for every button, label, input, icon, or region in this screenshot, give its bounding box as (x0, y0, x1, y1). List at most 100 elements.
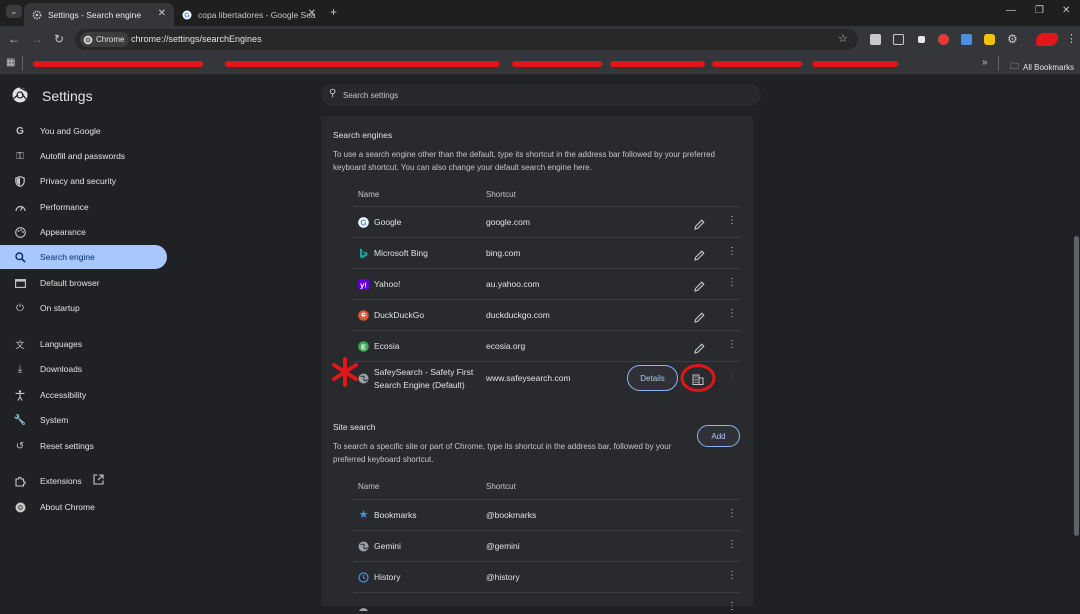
gear-icon (32, 10, 42, 20)
more-vert-icon[interactable]: ⋮ (727, 508, 737, 519)
sidebar-item-on-startup[interactable]: ⏻ On startup (0, 296, 167, 320)
pencil-icon[interactable] (694, 217, 706, 230)
sidebar-item-appearance[interactable]: Appearance (0, 220, 167, 244)
more-vert-icon[interactable]: ⋮ (727, 308, 737, 319)
chrome-icon (12, 86, 28, 108)
apps-grid-icon[interactable]: ▦ (6, 57, 15, 68)
sidebar-item-autofill[interactable]: ⚿ Autofill and passwords (0, 144, 167, 168)
sidebar-item-extensions[interactable]: Extensions (0, 469, 167, 493)
sidebar-item-about-chrome[interactable]: About Chrome (0, 495, 167, 519)
star-bookmark-icon[interactable]: ☆ (838, 32, 848, 45)
redaction-mark (812, 61, 898, 67)
translate-icon: 文 (15, 339, 25, 350)
add-site-search-button[interactable]: Add (697, 425, 740, 447)
site-search-row-partial: ⋮ (353, 592, 740, 612)
back-arrow-icon[interactable]: ← (8, 32, 20, 46)
sidebar-item-you-and-google[interactable]: G You and Google (0, 119, 167, 143)
redaction-mark (225, 61, 500, 67)
puzzle-icon[interactable]: ⚙ (1007, 32, 1018, 46)
extension-icon[interactable] (893, 34, 904, 45)
page-scrollbar-thumb[interactable] (1074, 236, 1079, 536)
search-icon (14, 251, 26, 263)
redaction-mark (712, 61, 802, 67)
star-icon: ★ (358, 509, 369, 521)
column-header-name: Name (358, 190, 380, 199)
all-bookmarks-button[interactable]: 🗀 All Bookmarks (1010, 59, 1074, 75)
more-vert-icon[interactable]: ⋮ (1066, 32, 1077, 45)
details-button[interactable]: Details (627, 365, 678, 391)
profile-avatar[interactable] (1036, 33, 1058, 46)
sidebar-item-privacy[interactable]: Privacy and security (0, 169, 167, 193)
extension-icon[interactable] (938, 34, 949, 45)
more-vert-icon[interactable]: ⋮ (727, 539, 737, 550)
extension-icon[interactable] (961, 34, 972, 45)
site-search-row-bookmarks: ★ Bookmarks @bookmarks ⋮ (353, 499, 740, 530)
site-info-chip[interactable]: Chrome (80, 32, 130, 47)
search-settings-input[interactable]: ⚲ Search settings (321, 84, 761, 106)
sidebar-item-performance[interactable]: Performance (0, 195, 167, 219)
tab-google-search[interactable]: G copa libertadores - Google Sear ✕ (174, 3, 324, 26)
divider (998, 56, 999, 71)
search-engine-row-bing: Microsoft Bing bing.com ⋮ (353, 237, 740, 268)
sidebar-item-languages[interactable]: 文 Languages (0, 332, 167, 356)
sidebar-item-accessibility[interactable]: Accessibility (0, 383, 167, 407)
more-vert-icon: ⋮ (727, 371, 737, 382)
sidebar-item-system[interactable]: 🔧 System (0, 408, 167, 432)
accessibility-icon (14, 389, 26, 401)
chrome-icon (83, 35, 93, 44)
settings-header: Settings ⚲ Search settings (0, 76, 1080, 116)
url-text: chrome://settings/searchEngines (131, 34, 262, 44)
section-title-search-engines: Search engines (333, 130, 393, 140)
close-icon[interactable]: ✕ (158, 8, 166, 19)
sidebar-item-default-browser[interactable]: Default browser (0, 271, 167, 295)
external-link-icon (93, 474, 104, 487)
globe-icon (358, 373, 369, 384)
redaction-mark (33, 61, 203, 67)
maximize-icon[interactable]: ❐ (1035, 5, 1044, 16)
google-icon: G (182, 10, 192, 20)
forward-arrow-icon[interactable]: → (31, 32, 43, 46)
sidebar-item-search-engine[interactable]: Search engine (0, 245, 167, 269)
pencil-icon[interactable] (694, 279, 706, 292)
engine-name-line2: Search Engine (Default) (374, 379, 465, 390)
search-icon: ⚲ (329, 88, 337, 99)
site-search-row-history: History @history ⋮ (353, 561, 740, 592)
extension-icon[interactable] (984, 34, 995, 45)
tab-search-dropdown-icon[interactable]: ⌄ (6, 5, 22, 18)
engine-name-line1: SafeySearch - Safety First (374, 367, 474, 377)
more-vert-icon[interactable]: ⋮ (727, 246, 737, 257)
power-icon: ⏻ (16, 302, 24, 314)
svg-text:G: G (360, 218, 366, 227)
address-bar[interactable]: Chrome chrome://settings/searchEngines ☆ (75, 29, 858, 50)
search-engine-row-google: G Google google.com ⋮ (353, 206, 740, 237)
close-window-icon[interactable]: ✕ (1062, 5, 1070, 16)
chevron-right-icon[interactable]: » (982, 57, 988, 68)
more-vert-icon[interactable]: ⋮ (727, 339, 737, 350)
pencil-icon[interactable] (694, 341, 706, 354)
new-tab-icon[interactable]: + (330, 5, 337, 19)
search-engines-card: Search engines To use a search engine ot… (321, 116, 753, 612)
red-asterisk-annotation (331, 357, 359, 392)
minimize-icon[interactable]: — (1006, 5, 1016, 16)
column-header-name: Name (358, 482, 380, 491)
sidebar-item-reset-settings[interactable]: ↺ Reset settings (0, 434, 167, 458)
more-vert-icon[interactable]: ⋮ (727, 570, 737, 581)
duckduckgo-icon (358, 310, 369, 321)
sidebar-item-downloads[interactable]: ⤓ Downloads (0, 357, 167, 381)
tab-settings[interactable]: Settings - Search engine ✕ (24, 3, 174, 26)
reload-icon[interactable]: ↻ (54, 32, 64, 46)
extension-icon[interactable] (918, 36, 925, 43)
red-circle-annotation (679, 362, 717, 399)
pencil-icon[interactable] (694, 310, 706, 323)
pencil-icon[interactable] (694, 248, 706, 261)
search-engine-row-ecosia: E Ecosia ecosia.org ⋮ (353, 330, 740, 361)
search-engines-description: To use a search engine other than the de… (333, 150, 716, 172)
site-search-description: To search a specific site or part of Chr… (333, 442, 672, 464)
more-vert-icon[interactable]: ⋮ (727, 215, 737, 226)
extension-icon[interactable] (870, 34, 881, 45)
close-icon[interactable]: ✕ (308, 8, 316, 19)
more-vert-icon[interactable]: ⋮ (727, 601, 737, 612)
svg-text:E: E (361, 342, 366, 351)
more-vert-icon[interactable]: ⋮ (727, 277, 737, 288)
globe-icon (358, 541, 369, 552)
